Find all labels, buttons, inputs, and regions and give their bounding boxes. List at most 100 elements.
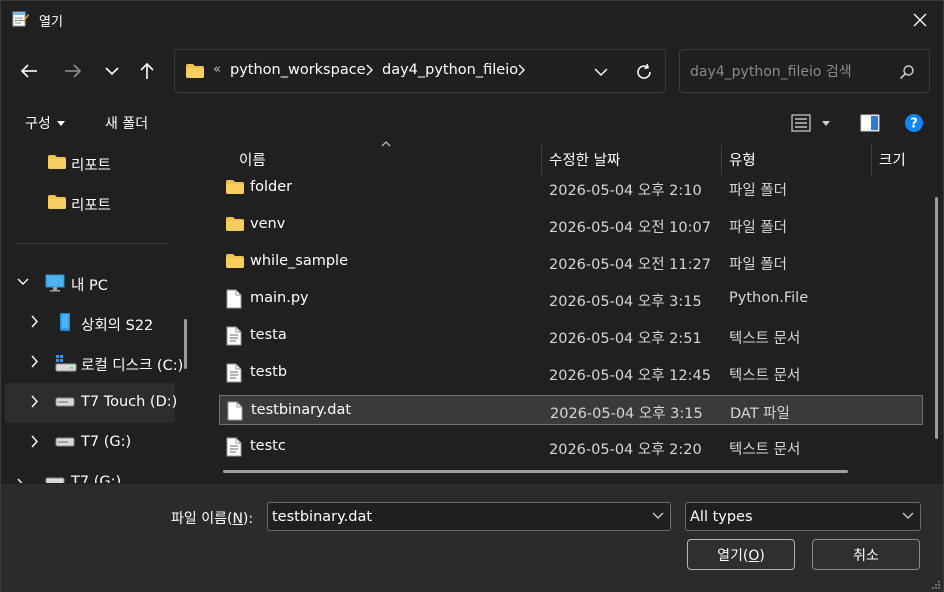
chevron-down-icon[interactable] — [17, 278, 29, 286]
file-row[interactable]: folder 2026-05-04 오후 2:10 파일 폴더 — [219, 173, 923, 203]
column-header-modified[interactable]: 수정한 날짜 — [549, 141, 719, 177]
arrow-left-icon — [20, 64, 37, 78]
preview-pane-button[interactable] — [857, 111, 883, 135]
column-divider[interactable] — [541, 145, 542, 175]
drive-icon — [45, 477, 65, 483]
column-header-type-label: 유형 — [729, 152, 756, 169]
folder-icon — [226, 254, 244, 268]
nav-scrollbar[interactable] — [184, 319, 187, 369]
nav-item-label: 로컬 디스크 (C:) — [81, 358, 184, 374]
resize-grip-icon[interactable] — [931, 580, 941, 590]
file-modified: 2026-05-04 오전 10:07 — [549, 220, 711, 236]
cancel-button[interactable]: 취소 — [812, 539, 920, 570]
file-row[interactable]: testc 2026-05-04 오후 2:20 텍스트 문서 — [219, 432, 923, 462]
column-header-type[interactable]: 유형 — [729, 141, 869, 177]
file-name: venv — [250, 216, 286, 232]
file-name: testb — [250, 364, 288, 380]
close-button[interactable] — [897, 1, 943, 39]
nav-item-report-1[interactable]: 리포트 — [5, 143, 175, 183]
chevron-down-icon[interactable] — [652, 512, 664, 520]
back-button[interactable] — [15, 57, 43, 85]
text-document-icon — [226, 437, 242, 457]
view-options-dropdown[interactable] — [815, 111, 837, 135]
filetype-value: All types — [690, 509, 753, 525]
file-row[interactable]: while_sample 2026-05-04 오전 11:27 파일 폴더 — [219, 247, 923, 277]
dialog-footer: 파일 이름(N): All types 열기(O) 취소 — [1, 484, 943, 592]
nav-item-phone[interactable]: 상회의 S22 — [5, 303, 175, 343]
chevron-right-icon[interactable] — [31, 315, 39, 328]
cancel-button-label: 취소 — [853, 547, 879, 564]
filetype-select[interactable]: All types — [685, 502, 921, 531]
file-modified: 2026-05-04 오후 3:15 — [550, 406, 703, 422]
nav-item-report-2[interactable]: 리포트 — [5, 183, 175, 223]
file-type: Python.File — [729, 290, 809, 306]
nav-item-t7-touch-d[interactable]: T7 Touch (D:) — [5, 383, 178, 423]
nav-item-label: 상회의 S22 — [81, 318, 154, 334]
chevron-down-icon — [594, 67, 608, 76]
column-header-size[interactable]: 크기 — [879, 141, 939, 177]
column-header-name[interactable]: 이름 — [239, 141, 539, 177]
text-document-icon — [226, 326, 242, 346]
column-divider[interactable] — [871, 145, 872, 175]
organize-button[interactable]: 구성 — [25, 111, 65, 135]
file-row[interactable]: main.py 2026-05-04 오후 3:15 Python.File — [219, 284, 923, 314]
file-row[interactable]: testb 2026-05-04 오후 12:45 텍스트 문서 — [219, 358, 923, 388]
monitor-icon — [45, 274, 65, 292]
nav-item-label: T7 (G:) — [71, 474, 122, 483]
chevron-right-icon[interactable] — [31, 395, 39, 408]
chevron-down-icon — [902, 512, 914, 519]
help-button[interactable]: ? — [901, 111, 927, 135]
open-button[interactable]: 열기(O) — [687, 539, 795, 570]
file-modified: 2026-05-04 오전 11:27 — [549, 257, 711, 273]
breadcrumb-python-workspace[interactable]: python_workspace — [230, 62, 366, 78]
filename-combobox[interactable] — [267, 502, 671, 531]
nav-item-this-pc[interactable]: 내 PC — [5, 263, 175, 303]
refresh-icon — [637, 63, 651, 79]
nav-item-t7-g-network[interactable]: T7 (G:) — [5, 463, 175, 483]
search-input[interactable] — [690, 61, 890, 83]
chevron-right-icon[interactable] — [17, 478, 25, 483]
chevron-right-icon[interactable] — [31, 435, 39, 448]
address-history-dropdown[interactable] — [589, 60, 613, 84]
file-modified: 2026-05-04 오후 2:51 — [549, 331, 702, 347]
file-type: 텍스트 문서 — [729, 368, 801, 384]
new-folder-button[interactable]: 새 폴더 — [105, 111, 148, 135]
file-row[interactable]: testbinary.dat 2026-05-04 오후 3:15 DAT 파일 — [219, 395, 923, 425]
folder-icon — [48, 155, 66, 169]
nav-item-local-disk-c[interactable]: 로컬 디스크 (C:) — [5, 343, 183, 383]
filename-input[interactable] — [272, 508, 642, 526]
nav-item-t7-g[interactable]: T7 (G:) — [5, 423, 175, 463]
file-icon — [226, 289, 242, 309]
file-row[interactable]: venv 2026-05-04 오전 10:07 파일 폴더 — [219, 210, 923, 240]
forward-button[interactable] — [59, 57, 87, 85]
address-bar[interactable]: « python_workspace day4_python_fileio — [174, 49, 666, 93]
address-overflow[interactable]: « — [213, 62, 221, 77]
drive-icon — [55, 397, 75, 407]
window-title: 열기 — [39, 15, 63, 30]
recent-locations-button[interactable] — [98, 57, 126, 85]
svg-text:?: ? — [910, 117, 918, 132]
vertical-scrollbar[interactable] — [935, 197, 938, 439]
file-name: while_sample — [250, 253, 348, 269]
column-header-size-label: 크기 — [879, 152, 906, 169]
change-view-button[interactable] — [788, 111, 814, 135]
file-name: testc — [250, 438, 286, 454]
nav-item-label: T7 Touch (D:) — [81, 394, 178, 410]
chevron-right-icon[interactable] — [365, 64, 373, 76]
refresh-button[interactable] — [631, 59, 657, 85]
chevron-right-icon[interactable] — [31, 355, 39, 368]
column-divider[interactable] — [721, 145, 722, 175]
file-row[interactable]: testa 2026-05-04 오후 2:51 텍스트 문서 — [219, 321, 923, 351]
filename-label: 파일 이름(N): — [171, 511, 254, 527]
open-file-dialog: 열기 « python_workspace day4_python_fileio… — [0, 0, 944, 592]
horizontal-scrollbar[interactable] — [223, 470, 848, 473]
navigation-pane[interactable]: 리포트 리포트 내 PC 상회의 S22 로컬 디스크 (C:) T7 Touc… — [1, 141, 191, 483]
file-list[interactable]: 이름 수정한 날짜 유형 크기 folder 2026-05-04 오후 2:10… — [201, 141, 943, 483]
close-icon — [913, 13, 927, 27]
breadcrumb-day4-python-fileio[interactable]: day4_python_fileio — [382, 62, 518, 78]
up-button[interactable] — [133, 57, 161, 85]
search-icon[interactable] — [899, 64, 915, 80]
search-box[interactable] — [679, 49, 930, 93]
chevron-right-icon[interactable] — [517, 64, 525, 76]
file-name: folder — [250, 179, 293, 195]
